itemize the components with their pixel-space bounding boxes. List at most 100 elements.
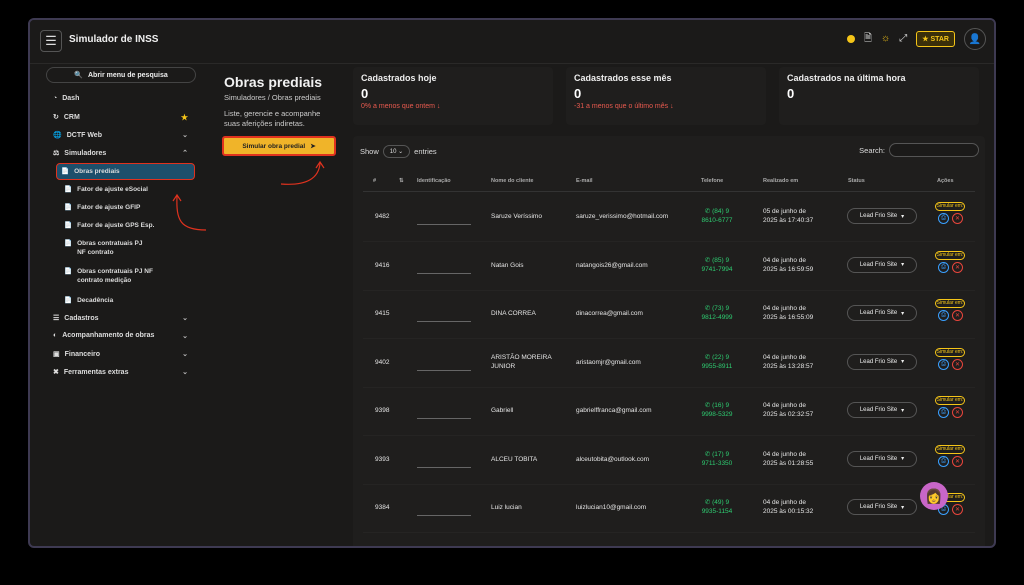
client-phone[interactable]: ✆ (49) 9 9935-1154 [693,498,741,516]
client-email: saruze_verissimo@hotmail.com [576,213,669,220]
chat-assistant-button[interactable]: 👩 [920,482,948,510]
sidebar-item-label: CRM [63,113,80,121]
sidebar-subitem-decadencia[interactable]: 📄 Decadência [64,296,194,305]
client-phone[interactable]: ✆ (16) 9 9998-5329 [693,401,741,419]
column-header[interactable]: Telefone [701,178,723,184]
row-id: 9415 [375,310,390,317]
status-dropdown[interactable]: Lead Frio Site ▾ [847,450,917,467]
date-part: 2025 às 17:40:37 [763,217,814,224]
status-dropdown[interactable]: Lead Frio Site ▾ [847,305,917,321]
sidebar-subitem-obras-contratuais-medicao[interactable]: 📄 Obras contratuais PJ NF contrato mediçã… [64,267,159,285]
created-at: 04 de junho de 2025 às 16:59:59 [763,256,813,274]
sidebar-subitem-obras-contratuais[interactable]: 📄 Obras contratuais PJ NF contrato [64,239,144,257]
search-input[interactable] [889,143,979,157]
status-dropdown[interactable]: Lead Frio Site ▾ [847,402,917,418]
column-header[interactable]: Realizado em [763,178,798,184]
status-dropdown[interactable]: Lead Frio Site ▾ [847,256,917,273]
file-icon: 📄 [64,204,73,211]
date-part: 2025 às 00:15:32 [763,508,814,515]
sidebar-item-financeiro[interactable]: ▣ Financeiro ⌄ [53,350,188,359]
status-value: Lead Frio Site [859,213,898,219]
whatsapp-icon: ✆ [704,499,711,506]
sidebar-subitem-label: Fator de ajuste GPS Esp. [77,222,155,229]
stat-label: Cadastrados esse mês [574,73,672,83]
client-name: ARISTÃO MOREIRA JUNIOR [491,353,552,370]
row-id: 9393 [375,455,390,463]
trash-icon[interactable]: ✕ [952,407,963,418]
created-at: 04 de junho de 2025 às 16:55:09 [763,304,813,322]
print-icon[interactable]: ⎙ [938,213,949,224]
trash-icon[interactable]: ✕ [952,504,963,515]
sidebar-subitem-label: Fator de ajuste GFIP [77,204,141,211]
simulate-badge[interactable]: Simular em: [935,202,965,211]
sidebar-item-dctf-web[interactable]: 🌐 DCTF Web ⌄ [53,131,188,140]
sidebar-subitem-obras-prediais[interactable]: 📄 Obras prediais [56,163,195,180]
page-title: Obras prediais [224,74,323,90]
user-avatar[interactable]: 👤 [964,28,986,50]
client-phone[interactable]: ✆ (84) 9 8610-6777 [693,207,741,225]
column-header[interactable]: E-mail [576,178,593,184]
print-icon[interactable]: ⎙ [938,455,949,467]
trash-icon[interactable]: ✕ [952,261,963,273]
column-header[interactable]: # [373,178,376,184]
phone-part: 9812-4999 [701,314,733,321]
client-email: alceutobita@outlook.com [576,455,650,463]
fullscreen-icon[interactable]: ⤢ [899,34,907,44]
print-icon[interactable]: ⎙ [938,407,949,418]
date-part: 2025 às 13:28:57 [763,362,814,370]
sort-icon[interactable]: ⇅ [399,178,404,184]
simulate-badge[interactable]: Simular em: [935,396,965,405]
simulate-badge[interactable]: Simular em: [935,250,965,260]
identification-field [417,515,471,516]
status-dropdown[interactable]: Lead Frio Site ▾ [847,208,917,224]
sidebar-item-acompanhamento[interactable]: ◐ Acompanhamento de obras ⌄ [53,332,188,340]
chevron-up-icon: ⌃ [182,150,188,157]
file-icon: 📄 [61,168,70,175]
sidebar-item-dash[interactable]: ◔ Dash [53,95,188,102]
client-phone[interactable]: ✆ (73) 9 9812-4999 [693,304,741,322]
trash-icon[interactable]: ✕ [952,310,963,321]
simulate-badge[interactable]: Simular em: [935,299,965,308]
date-part: 2025 às 01:28:55 [763,459,814,467]
sidebar-item-cadastros[interactable]: ☰ Cadastros ⌄ [53,314,188,323]
client-phone[interactable]: ✆ (85) 9 9741-7994 [693,256,741,274]
star-button[interactable]: ★ STAR [916,31,955,47]
client-email: aristaomjr@gmail.com [576,358,641,366]
phone-part: 9998-5329 [701,411,733,418]
open-search-menu-button[interactable]: 🔍 Abrir menu de pesquisa [46,67,196,83]
client-name: Saruze Veríssimo [491,213,542,220]
status-dot-icon[interactable] [847,35,855,43]
whatsapp-icon: ✆ [704,305,711,312]
list-icon: ☰ [53,315,60,322]
document-icon[interactable]: 🗎 [864,34,872,44]
star-icon[interactable]: ★ [181,113,188,122]
date-part: 04 de junho de [763,353,807,361]
sidebar-item-simuladores[interactable]: ⚖ Simuladores ⌃ [53,149,188,158]
identification-field [417,321,471,322]
print-icon[interactable]: ⎙ [938,358,949,370]
print-icon[interactable]: ⎙ [938,261,949,273]
simulate-button[interactable]: Simular obra predial ➤ [222,136,336,156]
trash-icon[interactable]: ✕ [952,455,963,467]
trash-icon[interactable]: ✕ [952,213,963,224]
search-label: Search: [859,145,885,155]
status-dropdown[interactable]: Lead Frio Site ▾ [847,499,917,515]
column-header[interactable]: Identificação [417,178,451,184]
sun-icon[interactable]: ☼ [881,34,890,44]
crm-icon: ↻ [53,114,59,121]
client-phone[interactable]: ✆ (17) 9 9711-3350 [693,450,741,468]
entries-select[interactable]: 10 ⌄ [382,145,411,158]
print-icon[interactable]: ⎙ [938,310,949,321]
sidebar-item-crm[interactable]: ↻ CRM ★ [53,113,188,122]
column-header[interactable]: Status [848,178,865,184]
client-phone[interactable]: ✆ (22) 9 9955-8911 [693,353,741,371]
trash-icon[interactable]: ✕ [952,358,963,370]
simulate-badge[interactable]: Simular em: [935,444,965,454]
column-header[interactable]: Nome do cliente [491,178,533,184]
client-email: gabrielffranca@gmail.com [576,407,652,414]
simulate-badge[interactable]: Simular em: [935,347,965,357]
sidebar: 🔍 Abrir menu de pesquisa ◔ Dash ↻ CRM ★ 🌐 DC… [30,64,207,546]
status-dropdown[interactable]: Lead Frio Site ▾ [847,353,917,370]
hamburger-menu-button[interactable]: ☰ [40,30,62,52]
sidebar-item-ferramentas[interactable]: ✖ Ferramentas extras ⌄ [53,368,188,377]
